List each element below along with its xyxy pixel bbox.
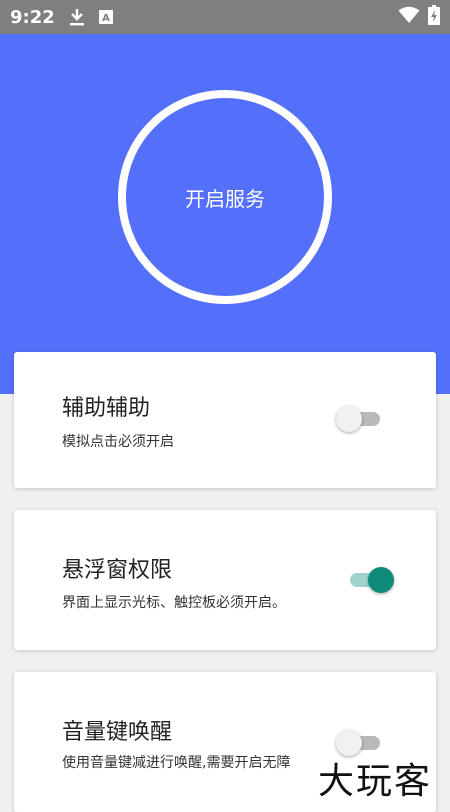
setting-title: 悬浮窗权限 (62, 558, 173, 583)
setting-subtitle: 界面上显示光标、触控板必须开启。 (62, 595, 286, 611)
watermark: 大玩客 (318, 761, 433, 802)
setting-subtitle: 模拟点击必须开启 (62, 434, 174, 450)
toggle-thumb (336, 406, 362, 432)
start-service-button[interactable]: 开启服务 (118, 90, 332, 304)
battery-charging-icon (428, 5, 440, 29)
font-a-icon: A (98, 10, 113, 24)
status-bar: 9:22 A (0, 0, 450, 34)
setting-title: 辅助辅助 (62, 396, 151, 421)
setting-card-overlay-permission: 悬浮窗权限 界面上显示光标、触控板必须开启。 (14, 510, 436, 650)
toggle-thumb (368, 567, 394, 593)
start-service-label: 开启服务 (185, 186, 265, 211)
wifi-icon (398, 6, 420, 28)
setting-title: 音量键唤醒 (62, 720, 173, 745)
setting-card-accessibility: 辅助辅助 模拟点击必须开启 (14, 352, 436, 488)
accessibility-toggle[interactable] (336, 404, 386, 434)
download-icon (69, 8, 85, 26)
font-a-glyph: A (102, 13, 110, 24)
status-time: 9:22 (10, 6, 55, 28)
setting-subtitle: 使用音量键减进行唤醒,需要开启无障 (62, 755, 291, 771)
overlay-permission-toggle[interactable] (344, 565, 394, 595)
hero-banner: 开启服务 (0, 34, 450, 394)
